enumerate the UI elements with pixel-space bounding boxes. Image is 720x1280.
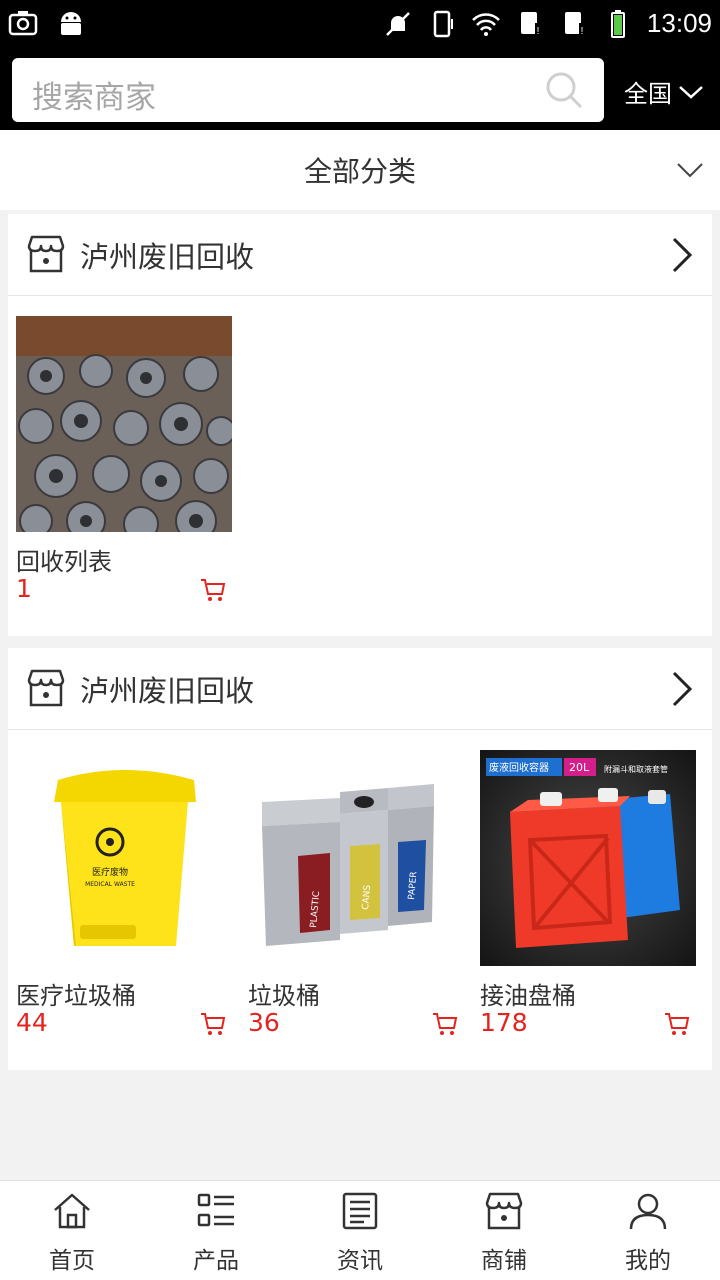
product-list-icon xyxy=(197,1193,234,1227)
bottom-nav: 首页 产品 资讯 商铺 我的 xyxy=(0,1180,720,1280)
nav-item-news[interactable]: 资讯 xyxy=(310,1191,410,1275)
notifications-off-icon xyxy=(386,11,410,36)
shop-section: 泸州废旧回收 回收列表 1 xyxy=(8,214,712,636)
region-selector[interactable]: 全国 xyxy=(624,74,704,109)
nav-item-mine[interactable]: 我的 xyxy=(598,1191,698,1275)
vibrate-icon xyxy=(433,10,453,37)
category-filter[interactable]: 全部分类 xyxy=(0,130,720,210)
nav-label: 首页 xyxy=(49,1248,95,1274)
product-price: 36 xyxy=(248,1008,280,1037)
battery-icon xyxy=(610,9,625,38)
image-tag-container: 废液回收容器 xyxy=(489,761,549,774)
search-input[interactable]: 搜索商家 xyxy=(12,58,604,122)
user-icon xyxy=(629,1193,667,1230)
product-card[interactable]: 回收列表 1 xyxy=(16,316,232,603)
svg-text:!: ! xyxy=(537,26,540,37)
nav-label: 商铺 xyxy=(481,1248,527,1274)
chevron-down-icon xyxy=(677,163,703,178)
news-icon xyxy=(342,1192,378,1230)
product-name[interactable]: 垃圾桶 xyxy=(248,976,320,1011)
image-tag-volume: 20L xyxy=(569,761,590,774)
cart-icon[interactable] xyxy=(200,578,226,602)
nav-label: 我的 xyxy=(625,1248,671,1274)
chevron-right-icon[interactable] xyxy=(666,670,698,708)
chevron-down-icon xyxy=(679,85,703,99)
product-name[interactable]: 医疗垃圾桶 xyxy=(16,976,136,1011)
nav-label: 资讯 xyxy=(337,1248,383,1274)
product-image[interactable]: 废液回收容器 20L 附漏斗和取液套管 xyxy=(480,750,696,966)
cart-icon[interactable] xyxy=(432,1012,458,1036)
svg-text:!: ! xyxy=(581,26,584,37)
cart-icon[interactable] xyxy=(664,1012,690,1036)
chevron-right-icon[interactable] xyxy=(666,236,698,274)
clock: 13:09 xyxy=(646,8,712,38)
image-tag-accessories: 附漏斗和取液套管 xyxy=(604,764,668,774)
bin-label-cn: 医疗废物 xyxy=(92,866,128,878)
cart-icon[interactable] xyxy=(200,1012,226,1036)
search-placeholder: 搜索商家 xyxy=(32,80,156,116)
bin-label-en: MEDICAL WASTE xyxy=(85,881,135,888)
section-title: 泸州废旧回收 xyxy=(80,240,255,274)
status-bar: ! ! 13:09 xyxy=(0,0,720,50)
store-icon xyxy=(27,235,65,273)
category-label: 全部分类 xyxy=(303,155,416,188)
product-card[interactable]: 废液回收容器 20L 附漏斗和取液套管 接油盘桶 178 xyxy=(480,750,696,1037)
region-label: 全国 xyxy=(624,80,672,108)
product-price: 1 xyxy=(16,574,32,603)
nav-item-home[interactable]: 首页 xyxy=(22,1191,122,1275)
android-icon xyxy=(61,12,81,35)
search-icon[interactable] xyxy=(544,70,584,110)
shop-section: 泸州废旧回收 医疗废物 MEDICAL WASTE 医疗垃圾桶 44 PLAST… xyxy=(8,648,712,1070)
sim2-icon: ! xyxy=(564,11,585,37)
screenshot-icon xyxy=(8,11,38,36)
product-image[interactable]: 医疗废物 MEDICAL WASTE xyxy=(16,750,232,966)
home-icon xyxy=(54,1193,90,1229)
product-card[interactable]: PLASTIC CANS PAPER 垃圾桶 36 xyxy=(248,750,464,1037)
section-header[interactable]: 泸州废旧回收 xyxy=(8,648,712,730)
section-title: 泸州废旧回收 xyxy=(80,674,255,708)
product-image[interactable]: PLASTIC CANS PAPER xyxy=(248,750,464,966)
store-icon xyxy=(485,1192,523,1230)
sim1-icon: ! xyxy=(520,11,541,37)
product-card[interactable]: 医疗废物 MEDICAL WASTE 医疗垃圾桶 44 xyxy=(16,750,232,1037)
nav-label: 产品 xyxy=(193,1248,239,1274)
wifi-icon xyxy=(472,12,500,36)
store-icon xyxy=(27,669,65,707)
product-name[interactable]: 回收列表 xyxy=(16,542,112,577)
product-price: 44 xyxy=(16,1008,48,1037)
product-image[interactable] xyxy=(16,316,232,532)
nav-item-products[interactable]: 产品 xyxy=(166,1191,266,1275)
section-header[interactable]: 泸州废旧回收 xyxy=(8,214,712,296)
product-name[interactable]: 接油盘桶 xyxy=(480,976,576,1011)
nav-item-shops[interactable]: 商铺 xyxy=(454,1191,554,1275)
header: 搜索商家 全国 xyxy=(0,50,720,130)
product-price: 178 xyxy=(480,1008,528,1037)
